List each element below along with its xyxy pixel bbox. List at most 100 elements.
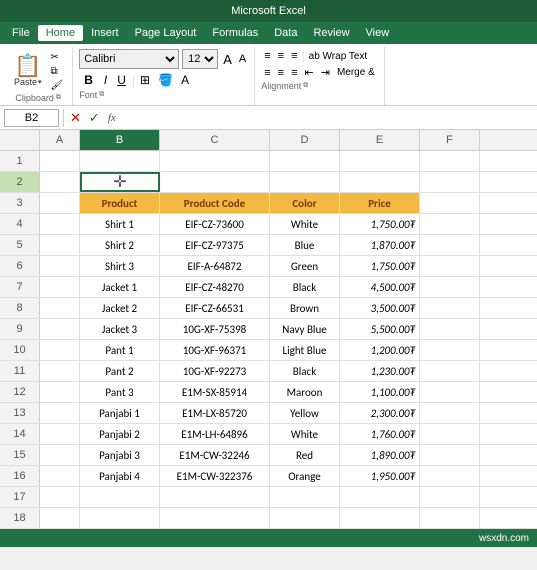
cell[interactable] (420, 235, 480, 255)
decrease-font-button[interactable]: A (237, 53, 248, 65)
row-number[interactable]: 8 (0, 298, 40, 318)
cell[interactable] (420, 256, 480, 276)
cell[interactable]: EIF-A-64872 (160, 256, 270, 276)
cell[interactable]: Maroon (270, 382, 340, 402)
cell[interactable]: 1,870.00₮ (340, 235, 420, 255)
cell[interactable] (40, 214, 80, 234)
formula-input[interactable] (122, 109, 533, 127)
cell[interactable]: Black (270, 361, 340, 381)
cell[interactable] (40, 319, 80, 339)
cell[interactable] (40, 193, 80, 213)
cell[interactable] (40, 445, 80, 465)
menu-item-view[interactable]: View (358, 25, 398, 41)
cell[interactable]: Green (270, 256, 340, 276)
align-top-button[interactable]: ≡ (261, 49, 273, 63)
cell[interactable]: Price (340, 193, 420, 213)
col-header-f[interactable]: F (420, 130, 480, 150)
cell[interactable]: 1,950.00₮ (340, 466, 420, 486)
cell[interactable]: Red (270, 445, 340, 465)
cell[interactable]: Panjabi 3 (80, 445, 160, 465)
cell[interactable] (420, 340, 480, 360)
cell[interactable] (80, 487, 160, 507)
row-number[interactable]: 13 (0, 403, 40, 423)
cell[interactable] (40, 151, 80, 171)
cell[interactable] (340, 172, 420, 192)
align-bottom-button[interactable]: ≡ (288, 49, 300, 63)
cell[interactable] (40, 487, 80, 507)
cell[interactable] (420, 298, 480, 318)
cell[interactable] (270, 508, 340, 528)
cell[interactable] (160, 508, 270, 528)
cell[interactable] (40, 172, 80, 192)
cell[interactable]: EIF-CZ-97375 (160, 235, 270, 255)
cell[interactable]: 1,200.00₮ (340, 340, 420, 360)
cell[interactable] (40, 298, 80, 318)
cell[interactable] (420, 277, 480, 297)
menu-item-review[interactable]: Review (305, 25, 357, 41)
align-right-button[interactable]: ≡ (288, 66, 300, 80)
cell[interactable] (40, 235, 80, 255)
cell[interactable]: White (270, 214, 340, 234)
cell[interactable] (80, 508, 160, 528)
cell[interactable]: Pant 1 (80, 340, 160, 360)
font-color-button[interactable]: A (178, 72, 192, 88)
cell[interactable]: Jacket 1 (80, 277, 160, 297)
row-number[interactable]: 2 (0, 172, 40, 192)
cut-button[interactable]: ✂ (48, 51, 67, 64)
cell[interactable]: Jacket 2 (80, 298, 160, 318)
menu-item-file[interactable]: File (4, 25, 38, 41)
increase-font-button[interactable]: A (221, 52, 234, 67)
row-number[interactable]: 14 (0, 424, 40, 444)
cell[interactable]: Blue (270, 235, 340, 255)
cell[interactable] (270, 151, 340, 171)
cell[interactable] (420, 382, 480, 402)
cell[interactable] (340, 487, 420, 507)
row-number[interactable]: 15 (0, 445, 40, 465)
cell[interactable]: 1,230.00₮ (340, 361, 420, 381)
row-number[interactable]: 12 (0, 382, 40, 402)
cell[interactable]: Panjabi 2 (80, 424, 160, 444)
row-number[interactable]: 16 (0, 466, 40, 486)
cell[interactable]: E1M-LH-64896 (160, 424, 270, 444)
cell[interactable] (40, 340, 80, 360)
font-family-select[interactable]: Calibri (79, 49, 179, 69)
cell[interactable] (420, 319, 480, 339)
menu-item-home[interactable]: Home (38, 25, 83, 41)
cell[interactable]: 1,760.00₮ (340, 424, 420, 444)
cell[interactable] (420, 361, 480, 381)
cell[interactable] (420, 466, 480, 486)
decrease-indent-button[interactable]: ⇤ (302, 65, 317, 80)
cell[interactable]: Shirt 1 (80, 214, 160, 234)
cell[interactable]: Panjabi 4 (80, 466, 160, 486)
cell[interactable]: EIF-CZ-73600 (160, 214, 270, 234)
cell[interactable]: Product Code (160, 193, 270, 213)
cell[interactable] (420, 214, 480, 234)
cancel-formula-icon[interactable]: ✕ (68, 110, 83, 126)
row-number[interactable]: 5 (0, 235, 40, 255)
increase-indent-button[interactable]: ⇥ (318, 65, 333, 80)
row-number[interactable]: 9 (0, 319, 40, 339)
cell[interactable] (160, 487, 270, 507)
cell[interactable]: 1,890.00₮ (340, 445, 420, 465)
menu-item-formulas[interactable]: Formulas (204, 25, 266, 41)
cell[interactable]: 1,750.00₮ (340, 214, 420, 234)
menu-item-data[interactable]: Data (266, 25, 305, 41)
fill-color-button[interactable]: 🪣 (155, 72, 176, 88)
cell[interactable] (420, 193, 480, 213)
align-left-button[interactable]: ≡ (261, 66, 273, 80)
cell[interactable] (160, 172, 270, 192)
row-number[interactable]: 4 (0, 214, 40, 234)
cell[interactable]: Navy Blue (270, 319, 340, 339)
cell[interactable]: E1M-CW-32246 (160, 445, 270, 465)
cell[interactable] (340, 151, 420, 171)
menu-item-page-layout[interactable]: Page Layout (127, 25, 205, 41)
cell[interactable]: Shirt 3 (80, 256, 160, 276)
align-center-button[interactable]: ≡ (275, 66, 287, 80)
cell[interactable]: Brown (270, 298, 340, 318)
font-size-select[interactable]: 12 (182, 49, 218, 69)
cell[interactable]: Yellow (270, 403, 340, 423)
cell[interactable] (420, 487, 480, 507)
cell[interactable]: 3,500.00₮ (340, 298, 420, 318)
cell[interactable]: E1M-LX-85720 (160, 403, 270, 423)
name-box[interactable] (4, 109, 59, 127)
